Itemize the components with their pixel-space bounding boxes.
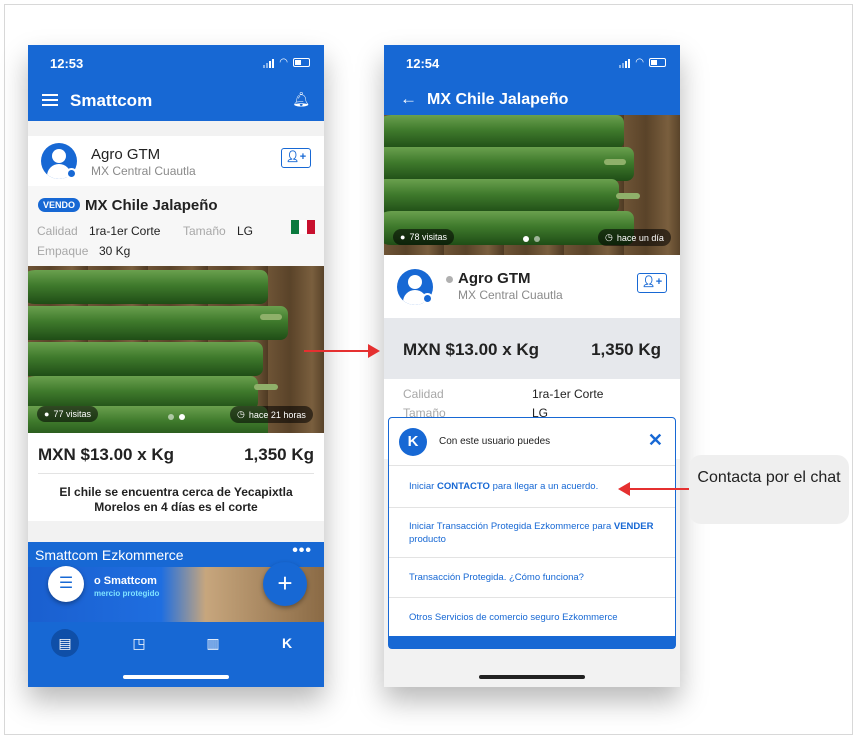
clock-icon: ◷	[237, 409, 245, 419]
modal-header: K Con este usuario puedes ✕	[389, 418, 675, 466]
carousel-dots[interactable]	[168, 414, 185, 420]
seller-name: Agro GTM	[458, 270, 531, 287]
list-icon[interactable]: ▤	[51, 629, 79, 657]
follow-user-icon[interactable]: 👤︎+	[637, 273, 667, 293]
option-sell-transaction[interactable]: Iniciar Transacción Protegida Ezkommerce…	[389, 508, 675, 558]
sell-badge: VENDO	[38, 198, 81, 212]
plus-icon[interactable]: +	[263, 562, 307, 606]
time-ago: ◷ hace un día	[598, 229, 671, 246]
status-icons: ◠	[263, 57, 310, 68]
chart-icon[interactable]: ◳	[125, 629, 153, 657]
calidad-value: 1ra-1er Corte	[89, 224, 161, 238]
callout-arrow-head	[618, 482, 630, 496]
price: MXN $13.00 x Kg	[38, 445, 175, 464]
visits-counter: ● 77 visitas	[37, 406, 98, 422]
wifi-icon: ◠	[279, 57, 288, 68]
k-icon[interactable]: K	[273, 629, 301, 657]
seller-name: Agro GTM	[91, 146, 161, 163]
home-indicator[interactable]	[123, 675, 229, 679]
document-icon[interactable]: ▥	[199, 629, 227, 657]
modal-title: Con este usuario puedes	[439, 436, 551, 447]
app-bar: Smattcom 🔔︎	[28, 81, 324, 121]
status-time: 12:54	[406, 56, 440, 71]
actions-modal: K Con este usuario puedes ✕ Iniciar CONT…	[388, 417, 676, 649]
more-options-icon[interactable]: •••	[292, 542, 312, 560]
quantity: 1,350 Kg	[591, 340, 661, 359]
product-info: VENDO MX Chile Jalapeño Calidad 1ra-1er …	[28, 186, 324, 266]
option-contact[interactable]: Iniciar CONTACTO para llegar a un acuerd…	[389, 466, 675, 508]
seller-card[interactable]: Agro GTM MX Central Cuautla 👤︎+	[28, 136, 324, 186]
transition-arrow-head	[368, 344, 380, 358]
carousel-dots[interactable]	[523, 236, 540, 242]
wifi-icon: ◠	[635, 57, 644, 68]
battery-icon	[293, 58, 310, 67]
product-photo[interactable]: ● 77 visitas ◷ hace 21 horas	[28, 266, 324, 433]
product-photo[interactable]: ● 78 visitas ◷ hace un día	[384, 115, 680, 255]
filter-icon[interactable]: ☰	[48, 566, 84, 602]
promo-text: o Smattcom	[94, 575, 157, 587]
signal-icon	[263, 58, 275, 68]
close-icon[interactable]: ✕	[648, 430, 663, 451]
visits-counter: ● 78 visitas	[393, 229, 454, 245]
tamano-label: Tamaño	[183, 224, 226, 238]
modal-footer	[389, 636, 675, 648]
status-bar: 12:54 ◠	[384, 45, 680, 81]
callout-label: Contacta por el chat	[689, 455, 849, 524]
price: MXN $13.00 x Kg	[403, 340, 540, 359]
status-bar: 12:53 ◠	[28, 45, 324, 81]
promo-subtext: mercio protegido	[94, 589, 160, 598]
verified-icon	[66, 168, 77, 179]
home-indicator[interactable]	[479, 675, 585, 679]
price-section: MXN $13.00 x Kg 1,350 Kg El chile se enc…	[28, 433, 324, 521]
eye-icon: ●	[44, 409, 50, 419]
empaque-label: Empaque	[37, 244, 89, 258]
eye-icon: ●	[400, 232, 406, 242]
empaque-value: 30 Kg	[99, 244, 131, 258]
signal-icon	[619, 58, 631, 68]
option-other-services[interactable]: Otros Servicios de comercio seguro Ezkom…	[389, 598, 675, 636]
mexico-flag-icon	[291, 220, 315, 234]
price-section: MXN $13.00 x Kg 1,350 Kg	[384, 318, 680, 379]
calidad-value: 1ra-1er Corte	[532, 387, 604, 401]
status-time: 12:53	[50, 56, 84, 71]
online-status-icon	[446, 276, 453, 283]
verified-icon	[422, 293, 433, 304]
phone-screen-detail: 12:54 ◠ ← MX Chile Jalapeño ● 78 visitas …	[384, 45, 680, 687]
phone-screen-listing: 12:53 ◠ Smattcom 🔔︎ Agro GTM MX Central …	[28, 45, 324, 687]
bottom-nav: ▤ ◳ ▥ K	[28, 622, 324, 687]
calidad-label: Calidad	[37, 224, 78, 238]
seller-location: MX Central Cuautla	[91, 164, 196, 178]
product-title: MX Chile Jalapeño	[85, 197, 218, 214]
time-ago: ◷ hace 21 horas	[230, 406, 313, 423]
clock-icon: ◷	[605, 232, 613, 242]
seller-card[interactable]: Agro GTM MX Central Cuautla 👤︎+	[384, 255, 680, 318]
calidad-label: Calidad	[403, 387, 444, 401]
app-bar: ← MX Chile Jalapeño	[384, 81, 680, 115]
product-description: El chile se encuentra cerca de Yecapixtl…	[59, 485, 293, 514]
status-icons: ◠	[619, 57, 666, 68]
k-logo-icon: K	[399, 428, 427, 456]
seller-location: MX Central Cuautla	[458, 288, 563, 302]
transition-arrow-line	[304, 350, 370, 352]
battery-icon	[649, 58, 666, 67]
product-title: MX Chile Jalapeño	[427, 91, 569, 108]
follow-user-icon[interactable]: 👤︎+	[281, 148, 311, 168]
tamano-value: LG	[237, 224, 254, 238]
callout-arrow-line	[630, 488, 693, 490]
quantity: 1,350 Kg	[244, 445, 314, 464]
app-title: Smattcom	[70, 91, 153, 110]
option-how-it-works[interactable]: Transacción Protegida. ¿Cómo funciona?	[389, 558, 675, 598]
menu-icon[interactable]	[42, 94, 58, 107]
back-arrow-icon[interactable]: ←	[400, 89, 417, 109]
promo-title: Smattcom Ezkommerce	[35, 547, 184, 563]
bell-icon[interactable]: 🔔︎	[292, 91, 310, 108]
